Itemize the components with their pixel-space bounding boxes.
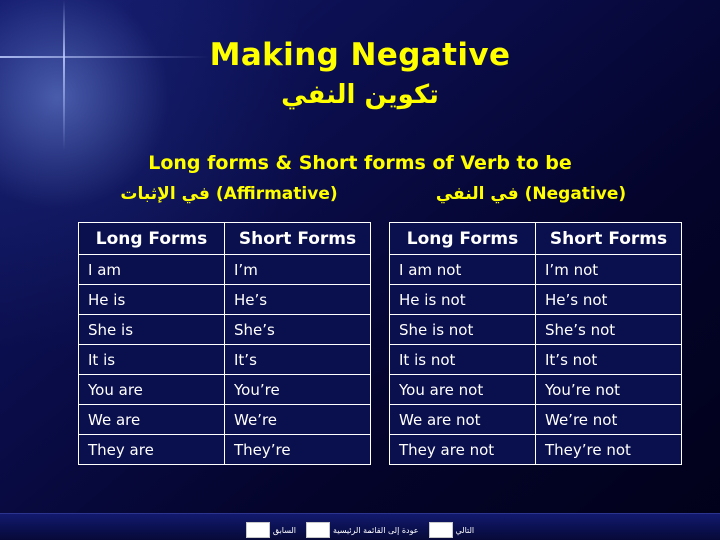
table-row: I am I’m bbox=[78, 254, 371, 285]
cell-long-form: She is not bbox=[389, 314, 536, 345]
table-row: He is not He’s not bbox=[389, 284, 682, 315]
nav-next[interactable]: ﺍﻟﺘﺎﻟﻲ bbox=[428, 522, 475, 538]
cell-short-form: I’m not bbox=[535, 254, 682, 285]
table-row: It is not It’s not bbox=[389, 344, 682, 375]
cell-short-form: We’re bbox=[224, 404, 371, 435]
table-header-row: Long Forms Short Forms bbox=[389, 222, 682, 255]
cell-short-form: You’re not bbox=[535, 374, 682, 405]
cell-long-form: She is bbox=[78, 314, 225, 345]
table-row: He is He’s bbox=[78, 284, 371, 315]
title-english: Making Negative bbox=[209, 37, 511, 73]
slide-content: Making Negative ﺗﻜﻮﻳﻦ ﺍﻟﻨﻔﻲ Long forms &… bbox=[0, 0, 720, 540]
cell-short-form: It’s bbox=[224, 344, 371, 375]
cell-short-form: They’re bbox=[224, 434, 371, 465]
cell-short-form: He’s not bbox=[535, 284, 682, 315]
column-header-long-forms: Long Forms bbox=[389, 222, 536, 255]
nav-home[interactable]: ﻋﻮﺩﺓ ﺇﻟﻰ ﺍﻟﻘﺎﺋﻤﺔ ﺍﻟﺮﺋﻴﺴﻴﺔ bbox=[306, 522, 419, 538]
title-arabic: ﺗﻜﻮﻳﻦ ﺍﻟﻨﻔﻲ bbox=[281, 79, 439, 110]
nav-prev-label: ﺍﻟﺴﺎﺑﻖ bbox=[272, 525, 297, 535]
cell-long-form: I am bbox=[78, 254, 225, 285]
cell-short-form: She’s bbox=[224, 314, 371, 345]
cell-short-form: I’m bbox=[224, 254, 371, 285]
cell-long-form: He is not bbox=[389, 284, 536, 315]
table-row: She is not She’s not bbox=[389, 314, 682, 345]
footer-navigation: ﺍﻟﺘﺎﻟﻲ ﻋﻮﺩﺓ ﺇﻟﻰ ﺍﻟﻘﺎﺋﻤﺔ ﺍﻟﺮﺋﻴﺴﻴﺔ ﺍﻟﺴﺎﺑﻖ bbox=[0, 522, 720, 538]
nav-prev[interactable]: ﺍﻟﺴﺎﺑﻖ bbox=[245, 522, 297, 538]
cell-long-form: You are not bbox=[389, 374, 536, 405]
cell-long-form: It is not bbox=[389, 344, 536, 375]
negative-table: Long Forms Short Forms I am not I’m not … bbox=[389, 222, 682, 465]
table-row: They are not They’re not bbox=[389, 434, 682, 465]
table-row: You are not You’re not bbox=[389, 374, 682, 405]
table-row: They are They’re bbox=[78, 434, 371, 465]
cell-short-form: They’re not bbox=[535, 434, 682, 465]
cell-short-form: We’re not bbox=[535, 404, 682, 435]
cell-short-form: He’s bbox=[224, 284, 371, 315]
slide-title: Making Negative ﺗﻜﻮﻳﻦ ﺍﻟﻨﻔﻲ bbox=[0, 37, 720, 110]
table-row: You are You’re bbox=[78, 374, 371, 405]
slide-subtitle: Long forms & Short forms of Verb to be bbox=[148, 152, 572, 174]
cell-long-form: We are not bbox=[389, 404, 536, 435]
column-header-short-forms: Short Forms bbox=[224, 222, 371, 255]
affirmative-table: Long Forms Short Forms I am I’m He is He… bbox=[78, 222, 371, 465]
cell-long-form: I am not bbox=[389, 254, 536, 285]
nav-home-label: ﻋﻮﺩﺓ ﺇﻟﻰ ﺍﻟﻘﺎﺋﻤﺔ ﺍﻟﺮﺋﻴﺴﻴﺔ bbox=[333, 525, 419, 535]
cell-long-form: He is bbox=[78, 284, 225, 315]
cell-long-form: We are bbox=[78, 404, 225, 435]
cell-long-form: You are bbox=[78, 374, 225, 405]
cell-long-form: They are bbox=[78, 434, 225, 465]
cell-long-form: They are not bbox=[389, 434, 536, 465]
cell-short-form: It’s not bbox=[535, 344, 682, 375]
next-arrow-icon[interactable] bbox=[428, 522, 453, 538]
heading-negative: (Negative) ﻓﻲ ﺍﻟﻨﻔﻲ bbox=[435, 184, 627, 204]
table-row: She is She’s bbox=[78, 314, 371, 345]
table-row: It is It’s bbox=[78, 344, 371, 375]
table-header-row: Long Forms Short Forms bbox=[78, 222, 371, 255]
tables-container: Long Forms Short Forms I am I’m He is He… bbox=[78, 222, 682, 465]
cell-short-form: You’re bbox=[224, 374, 371, 405]
column-header-long-forms: Long Forms bbox=[78, 222, 225, 255]
column-header-short-forms: Short Forms bbox=[535, 222, 682, 255]
heading-affirmative: (Affirmative) ﻓﻲ ﺍﻹﺛﺒﺎﺕ bbox=[120, 184, 338, 204]
table-group-headings: (Affirmative) ﻓﻲ ﺍﻹﺛﺒﺎﺕ (Negative) ﻓﻲ ﺍﻟ… bbox=[78, 184, 682, 204]
home-icon[interactable] bbox=[306, 522, 331, 538]
cell-long-form: It is bbox=[78, 344, 225, 375]
nav-next-label: ﺍﻟﺘﺎﻟﻲ bbox=[455, 525, 475, 535]
table-row: We are We’re bbox=[78, 404, 371, 435]
table-row: I am not I’m not bbox=[389, 254, 682, 285]
cell-short-form: She’s not bbox=[535, 314, 682, 345]
previous-arrow-icon[interactable] bbox=[245, 522, 270, 538]
table-row: We are not We’re not bbox=[389, 404, 682, 435]
